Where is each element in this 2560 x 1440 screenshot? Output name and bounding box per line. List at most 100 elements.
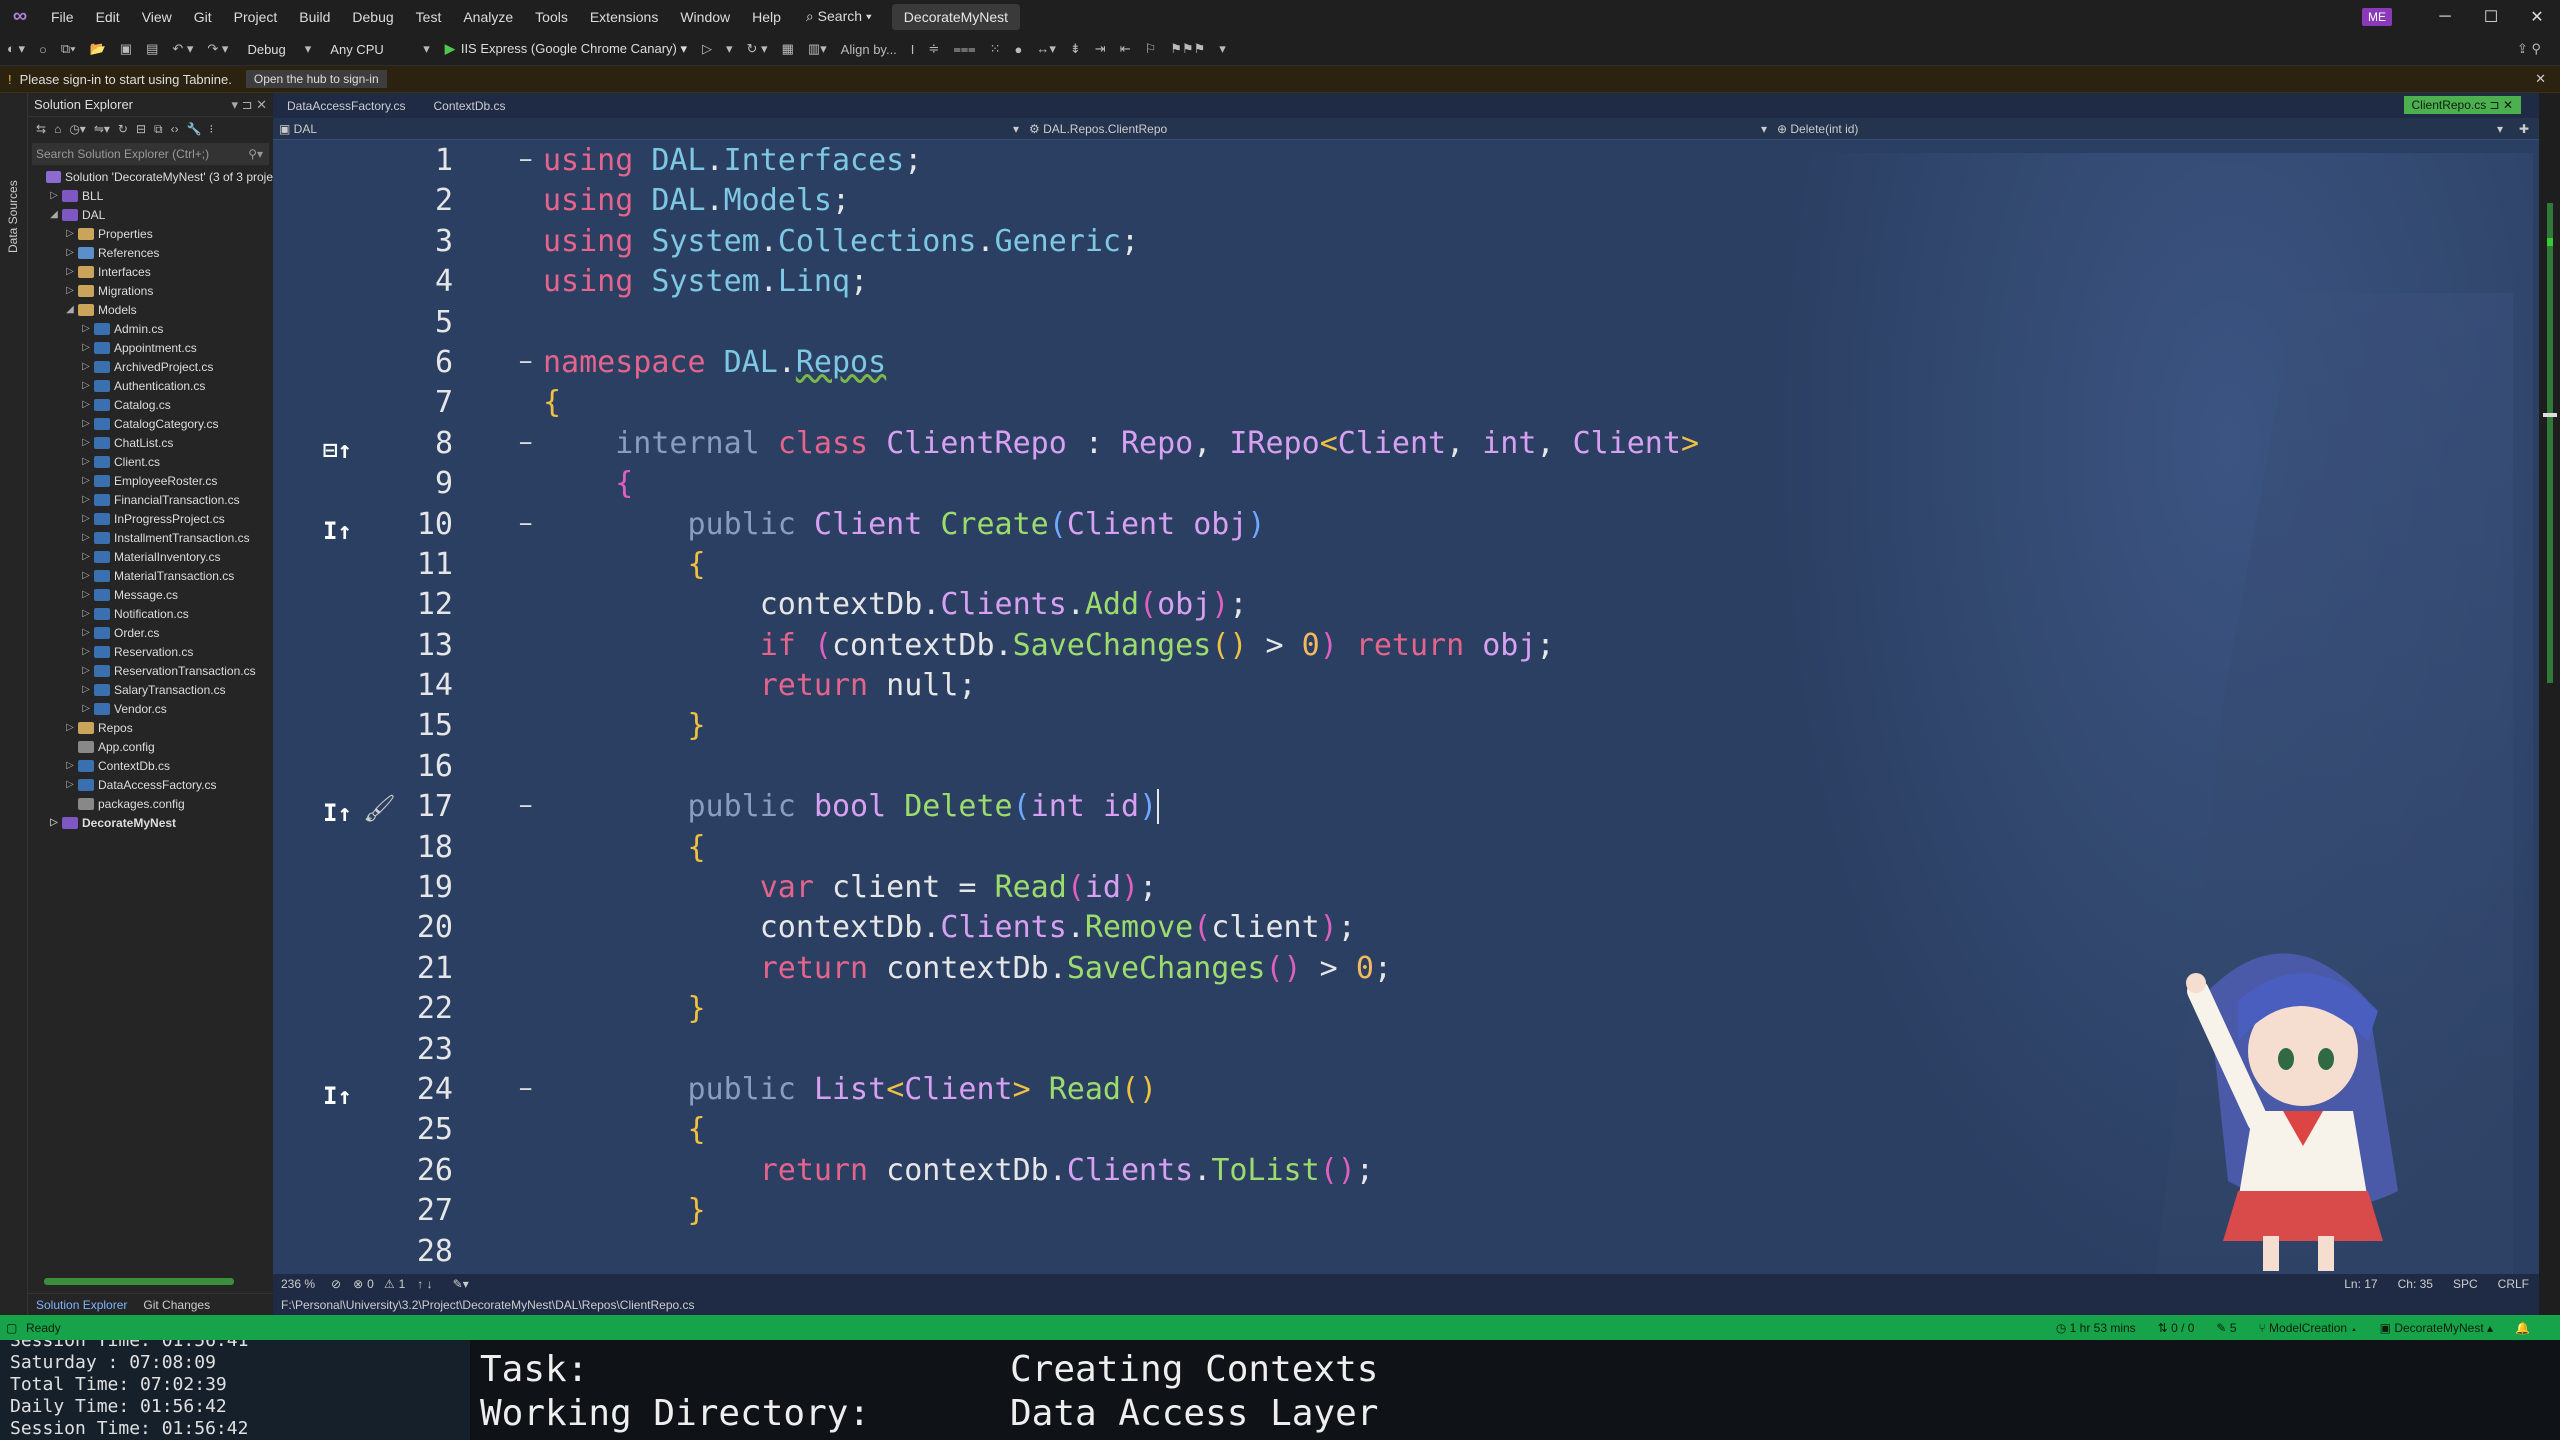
tree-item[interactable]: ▷ ChatList.cs bbox=[28, 433, 273, 452]
tree-item[interactable]: ▷ Order.cs bbox=[28, 623, 273, 642]
code-lines[interactable]: 1− using DAL.Interfaces; 2 using DAL.Model… bbox=[273, 141, 2513, 1272]
tree-item[interactable]: ▷ DataAccessFactory.cs bbox=[28, 775, 273, 794]
expand-arrow-icon[interactable]: ▷ bbox=[80, 361, 92, 372]
pending-icon[interactable]: ⇋▾ bbox=[94, 122, 110, 136]
brush-icon[interactable]: ✎▾ bbox=[445, 1277, 477, 1291]
start-without-debug-icon[interactable]: ▷ bbox=[695, 41, 719, 57]
expand-arrow-icon[interactable]: ▷ bbox=[64, 760, 76, 771]
home-icon[interactable]: ⌂ bbox=[54, 122, 61, 136]
scroll-thumb[interactable] bbox=[2547, 203, 2553, 683]
tree-item[interactable]: ▷ References bbox=[28, 243, 273, 262]
search-menu[interactable]: ⌕ Search ▾ bbox=[792, 8, 886, 25]
expand-arrow-icon[interactable]: ▷ bbox=[80, 608, 92, 619]
menu-view[interactable]: View bbox=[131, 9, 183, 25]
history-icon[interactable]: ◷▾ bbox=[69, 122, 86, 136]
infobar-close-icon[interactable]: ✕ bbox=[2535, 71, 2546, 87]
menu-edit[interactable]: Edit bbox=[85, 9, 131, 25]
comment-icon[interactable]: ⇟ bbox=[1063, 41, 1088, 57]
expand-arrow-icon[interactable]: ▷ bbox=[80, 551, 92, 562]
tab-client-repo-active[interactable]: ClientRepo.cs ⊐ ✕ bbox=[2403, 96, 2521, 114]
expand-arrow-icon[interactable]: ▷ bbox=[80, 627, 92, 638]
tree-item[interactable]: ▷ Client.cs bbox=[28, 452, 273, 471]
tree-item[interactable]: ▷ Vendor.cs bbox=[28, 699, 273, 718]
solution-name[interactable]: DecorateMyNest bbox=[891, 3, 1021, 30]
nav-dropdown-arrow-3[interactable]: ▾ bbox=[2497, 122, 2503, 136]
tree-item[interactable]: ▷ Authentication.cs bbox=[28, 376, 273, 395]
collapse-icon[interactable]: − bbox=[519, 787, 532, 827]
nav-dropdown-arrow-2[interactable]: ▾ bbox=[1761, 122, 1767, 136]
tree-item[interactable]: ▷ Migrations bbox=[28, 281, 273, 300]
back-icon[interactable]: ◐ ▾ bbox=[0, 41, 32, 57]
tree-item[interactable]: ▷ DecorateMyNest bbox=[28, 813, 273, 832]
align-dropdown[interactable]: Align by... bbox=[834, 42, 904, 57]
expand-arrow-icon[interactable]: ▷ bbox=[80, 684, 92, 695]
tree-item[interactable]: ▷ CatalogCategory.cs bbox=[28, 414, 273, 433]
repo-selector[interactable]: ▣ DecorateMyNest ▴ bbox=[2380, 1321, 2493, 1335]
bookmark-icon[interactable]: ⚐ bbox=[1138, 41, 1164, 57]
show-all-icon[interactable]: ⧉ bbox=[154, 122, 163, 137]
format-icon[interactable]: ⁙ bbox=[983, 41, 1008, 57]
code-icon[interactable]: ‹› bbox=[171, 122, 179, 136]
expand-arrow-icon[interactable]: ▷ bbox=[64, 266, 76, 277]
tree-item[interactable]: ▷ SalaryTransaction.cs bbox=[28, 680, 273, 699]
timer[interactable]: ◷ 1 hr 53 mins bbox=[2056, 1321, 2136, 1335]
maximize-icon[interactable]: ☐ bbox=[2468, 7, 2514, 27]
nav-member-dropdown[interactable]: ⊕ Delete(int id) bbox=[1777, 122, 1858, 136]
cursor-icon[interactable]: I bbox=[904, 42, 922, 57]
expand-arrow-icon[interactable]: ▷ bbox=[80, 646, 92, 657]
tree-item[interactable]: Solution 'DecorateMyNest' (3 of 3 proje bbox=[28, 167, 273, 186]
tree-item[interactable]: ▷ InProgressProject.cs bbox=[28, 509, 273, 528]
menu-git[interactable]: Git bbox=[183, 9, 223, 25]
expand-arrow-icon[interactable]: ▷ bbox=[64, 228, 76, 239]
browser-icon[interactable]: ▦ bbox=[775, 41, 801, 57]
overflow-icon[interactable]: ▾ bbox=[1212, 41, 1233, 57]
tree-item[interactable]: packages.config bbox=[28, 794, 273, 813]
pending-changes[interactable]: ✎ 5 bbox=[2216, 1321, 2236, 1335]
expand-arrow-icon[interactable]: ▷ bbox=[80, 456, 92, 467]
expand-arrow-icon[interactable]: ▷ bbox=[80, 570, 92, 581]
panel-controls-icon[interactable]: ▾ ⊐ ✕ bbox=[231, 97, 267, 113]
vertical-scrollbar[interactable] bbox=[2539, 93, 2560, 1315]
collapse-icon[interactable]: − bbox=[519, 141, 532, 181]
close-window-icon[interactable]: ✕ bbox=[2514, 7, 2560, 27]
tree-item[interactable]: ◢ DAL bbox=[28, 205, 273, 224]
collapse-icon[interactable]: ⊟ bbox=[136, 122, 146, 136]
tree-item[interactable]: ▷ BLL bbox=[28, 186, 273, 205]
split-icon[interactable]: ✚ bbox=[2519, 122, 2529, 136]
tree-item[interactable]: ▷ Catalog.cs bbox=[28, 395, 273, 414]
spacing-icon[interactable]: ⩶ bbox=[946, 41, 982, 57]
expand-arrow-icon[interactable]: ▷ bbox=[48, 190, 60, 201]
record-icon[interactable]: ● bbox=[1008, 42, 1030, 57]
expand-arrow-icon[interactable]: ◢ bbox=[48, 209, 60, 220]
expand-arrow-icon[interactable]: ▷ bbox=[80, 437, 92, 448]
tree-item[interactable]: ▷ FinancialTransaction.cs bbox=[28, 490, 273, 509]
refresh-icon[interactable]: ↻ bbox=[118, 122, 128, 136]
tree-item[interactable]: ▷ EmployeeRoster.cs bbox=[28, 471, 273, 490]
redo-icon[interactable]: ↷ ▾ bbox=[200, 41, 235, 57]
tab-solution-explorer[interactable]: Solution Explorer bbox=[28, 1298, 135, 1312]
menu-window[interactable]: Window bbox=[669, 9, 741, 25]
solution-search-input[interactable]: Search Solution Explorer (Ctrl+;) ⚲▾ bbox=[32, 143, 269, 165]
tree-item[interactable]: ▷ Interfaces bbox=[28, 262, 273, 281]
branch-selector[interactable]: ⑂ ModelCreation ▴ bbox=[2259, 1321, 2358, 1335]
save-icon[interactable]: ▣ bbox=[113, 41, 139, 57]
arrows-icon[interactable]: ↔▾ bbox=[1029, 41, 1063, 57]
tab-git-changes[interactable]: Git Changes bbox=[135, 1298, 218, 1312]
data-sources-strip[interactable]: Data Sources bbox=[0, 93, 28, 1315]
user-badge[interactable]: ME bbox=[2362, 7, 2392, 26]
tree-item[interactable]: ▷ MaterialInventory.cs bbox=[28, 547, 273, 566]
collapse-icon[interactable]: − bbox=[519, 343, 532, 383]
whitespace-mode[interactable]: SPC bbox=[2453, 1277, 2478, 1291]
tree-item[interactable]: ▷ Reservation.cs bbox=[28, 642, 273, 661]
menu-extensions[interactable]: Extensions bbox=[579, 9, 669, 25]
more-icon[interactable]: ⁝ bbox=[210, 122, 214, 136]
code-editor[interactable]: DataAccessFactory.cs ContextDb.cs Client… bbox=[273, 93, 2539, 1315]
expand-arrow-icon[interactable]: ▷ bbox=[64, 247, 76, 258]
layout-icon[interactable]: ▥▾ bbox=[801, 41, 834, 57]
nav-class-dropdown[interactable]: ⚙ DAL.Repos.ClientRepo bbox=[1029, 122, 1167, 136]
sync-icon[interactable]: ⇆ bbox=[36, 122, 46, 136]
menu-debug[interactable]: Debug bbox=[341, 9, 404, 25]
expand-arrow-icon[interactable]: ▷ bbox=[80, 342, 92, 353]
bookmark-next-icon[interactable]: ⚑⚑⚑ bbox=[1163, 41, 1212, 57]
tree-item[interactable]: ▷ Repos bbox=[28, 718, 273, 737]
